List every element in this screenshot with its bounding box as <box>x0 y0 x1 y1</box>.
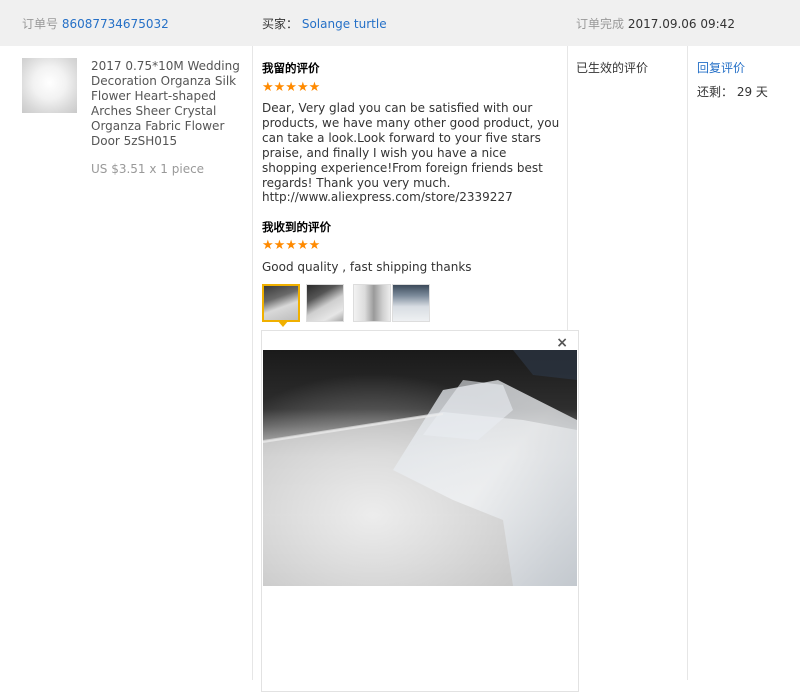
review-photo-large-image <box>263 350 577 586</box>
review-photo-thumb[interactable] <box>306 284 344 322</box>
buyer-group: 买家： Solange turtle <box>262 15 387 32</box>
column-divider <box>687 46 688 680</box>
remaining-days: 还剩： 29 天 <box>697 83 768 100</box>
received-review-title: 我收到的评价 <box>262 220 331 234</box>
review-photo-image <box>307 285 343 321</box>
buyer-name-link[interactable]: Solange turtle <box>302 17 387 31</box>
order-number-link[interactable]: 86087734675032 <box>62 17 169 31</box>
reply-review-link[interactable]: 回复评价 <box>697 59 745 76</box>
review-photo-large[interactable] <box>263 350 577 586</box>
close-icon[interactable]: × <box>556 335 568 351</box>
product-thumbnail[interactable] <box>22 58 77 113</box>
review-photo-image <box>393 285 429 321</box>
product-title[interactable]: 2017 0.75*10M Wedding Decoration Organza… <box>91 59 243 149</box>
order-number-group: 订单号 86087734675032 <box>22 15 169 32</box>
remaining-value: 29 天 <box>736 85 768 99</box>
review-photo-thumb[interactable] <box>262 284 300 322</box>
completed-time: 2017.09.06 09:42 <box>627 17 735 31</box>
review-photo-image <box>264 286 298 320</box>
preview-pointer <box>277 320 289 327</box>
remaining-label: 还剩： <box>697 85 734 99</box>
photo-preview-panel: × <box>261 330 579 692</box>
completed-label: 订单完成 <box>576 17 625 31</box>
my-review-title: 我留的评价 <box>262 61 320 75</box>
review-photo-thumb[interactable] <box>353 284 391 322</box>
my-review-text: Dear, Very glad you can be satisfied wit… <box>262 101 560 205</box>
order-number-label: 订单号 <box>22 17 59 31</box>
review-photo-image <box>354 285 390 321</box>
product-price: US $3.51 x 1 piece <box>91 162 205 176</box>
review-photo-thumb[interactable] <box>392 284 430 322</box>
completed-group: 订单完成 2017.09.06 09:42 <box>576 15 735 32</box>
review-status: 已生效的评价 <box>576 61 649 75</box>
column-divider <box>252 46 253 680</box>
order-header: 订单号 86087734675032 买家： Solange turtle 订单… <box>0 0 800 46</box>
received-review-text: Good quality , fast shipping thanks <box>262 260 472 274</box>
buyer-label: 买家： <box>262 17 299 31</box>
received-review-stars: ★★★★★ <box>262 238 321 253</box>
my-review-stars: ★★★★★ <box>262 80 321 95</box>
